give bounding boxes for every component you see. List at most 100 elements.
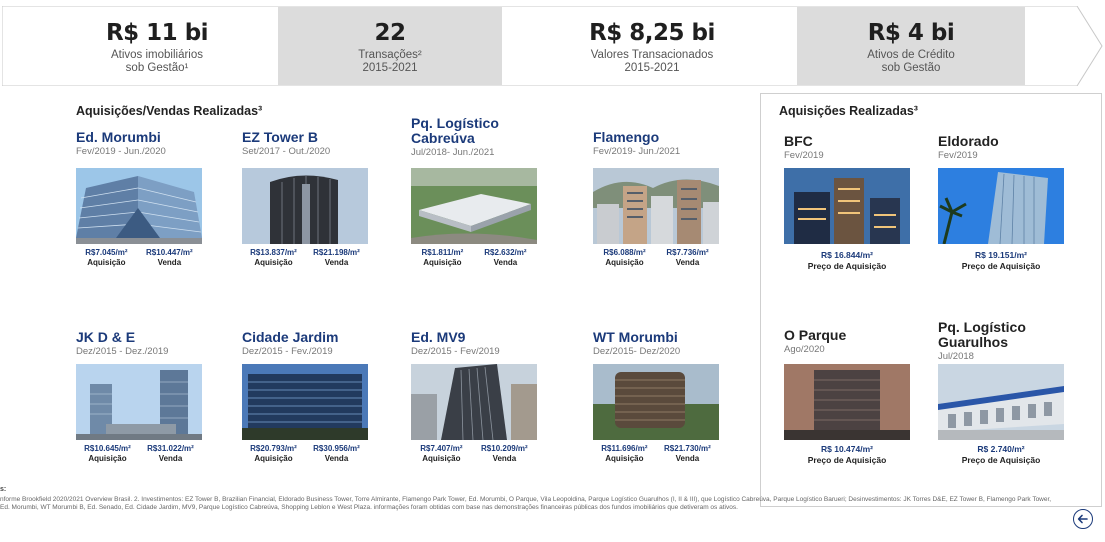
building-photo — [784, 168, 910, 244]
acquisition-label: Aquisição — [88, 454, 127, 463]
sale-label: Venda — [492, 454, 517, 463]
price-row: R$ 10.474/m² Preço de Aquisição — [784, 444, 910, 465]
sale-price: R$31.022/m² — [147, 444, 194, 453]
building-photo — [593, 364, 719, 440]
acquisition-price: R$20.793/m² — [250, 444, 297, 453]
sale-label: Venda — [675, 258, 700, 267]
property-period: Jul/2018- Jun./2021 — [411, 147, 495, 158]
footnote-text: nforme Brookfield 2020/2021 Overview Bra… — [0, 496, 1052, 511]
warehouse-photo — [411, 168, 537, 244]
property-period: Fev/2019 — [784, 150, 824, 161]
kpi-credit-assets: R$ 4 bi Ativos de Crédito sob Gestão — [797, 6, 1025, 86]
sale-price: R$30.956/m² — [313, 444, 360, 453]
acquisition-price: R$1.811/m² — [421, 248, 464, 257]
acquisition-label: Preço de Aquisição — [961, 261, 1041, 271]
acquisition-label: Aquisição — [422, 454, 461, 463]
property-name: JK D & E — [76, 329, 136, 345]
kpi-value: R$ 4 bi — [867, 20, 955, 46]
property-card-ez-tower-b: EZ Tower B Set/2017 - Out./2020 R$13.837… — [242, 129, 374, 267]
price-row: R$ 16.844/m² Preço de Aquisição — [784, 250, 910, 271]
section-title-acquisitions: Aquisições Realizadas³ — [779, 104, 918, 118]
back-button[interactable] — [1073, 509, 1093, 529]
kpi-assets-under-management: R$ 11 bi Ativos imobiliários sob Gestão¹ — [42, 6, 272, 86]
footnote-label: s: — [0, 486, 7, 493]
sale-price: R$7.736/m² — [666, 248, 709, 257]
property-period: Ago/2020 — [784, 344, 825, 355]
property-card-ed-morumbi: Ed. Morumbi Fev/2019 - Jun./2020 R$7.045… — [76, 130, 208, 267]
sale-price: R$21.730/m² — [664, 444, 711, 453]
price-row: R$11.696/m² Aquisição R$21.730/m² Venda — [593, 444, 719, 463]
kpi-label: sob Gestão¹ — [125, 62, 189, 74]
building-photo — [76, 364, 202, 440]
acquisition-label: Aquisição — [254, 454, 293, 463]
acquisition-price: R$10.645/m² — [84, 444, 131, 453]
kpi-value: R$ 8,25 bi — [589, 20, 715, 46]
property-card-jk-d-e: JK D & E Dez/2015 - Dez./2019 R$10.645/m… — [76, 329, 208, 463]
acquisition-label: Preço de Aquisição — [807, 261, 887, 271]
sale-label: Venda — [493, 258, 518, 267]
price-row: R$1.811/m² Aquisição R$2.632/m² Venda — [411, 248, 537, 267]
property-period: Jul/2018 — [938, 351, 974, 362]
price-row: R$7.407/m² Aquisição R$10.209/m² Venda — [411, 444, 537, 463]
kpi-label: Ativos de Crédito — [867, 49, 955, 61]
building-photo — [76, 168, 202, 244]
sale-label: Venda — [157, 258, 182, 267]
property-period: Fev/2019 — [938, 150, 978, 161]
acquisition-label: Aquisição — [605, 454, 644, 463]
property-card-bfc: BFC Fev/2019 R$ 16.844/m² Preço de Aquis… — [784, 134, 916, 271]
kpi-value: R$ 11 bi — [105, 20, 209, 46]
property-name: Cidade Jardim — [242, 329, 339, 345]
acquisition-price: R$ 16.844/m² — [821, 250, 873, 260]
sale-label: Venda — [675, 454, 700, 463]
property-name: Eldorado — [938, 133, 999, 149]
acquisition-label: Preço de Aquisição — [807, 455, 887, 465]
price-row: R$ 2.740/m² Preço de Aquisição — [938, 444, 1064, 465]
kpi-transactions: 22 Transações² 2015-2021 — [278, 6, 502, 86]
acquisition-price: R$ 2.740/m² — [977, 444, 1025, 454]
warehouse-photo — [938, 364, 1064, 440]
kpi-transaction-value: R$ 8,25 bi Valores Transacionados 2015-20… — [517, 6, 787, 86]
property-card-ed-mv9: Ed. MV9 Dez/2015 - Fev/2019 R$7.407/m² Aq… — [411, 330, 543, 463]
property-card-pq-logistico-guarulhos: Pq. Logístico Guarulhos Jul/2018 R$ 2.74… — [938, 319, 1070, 465]
sale-label: Venda — [324, 258, 349, 267]
sale-price: R$21.198/m² — [313, 248, 360, 257]
property-period: Dez/2015 - Dez./2019 — [76, 346, 169, 357]
property-name: WT Morumbi — [593, 329, 678, 345]
building-photo — [411, 364, 537, 440]
price-row: R$7.045/m² Aquisição R$10.447/m² Venda — [76, 248, 202, 267]
price-row: R$10.645/m² Aquisição R$31.022/m² Venda — [76, 444, 202, 463]
kpi-label: 2015-2021 — [362, 62, 418, 74]
building-photo — [242, 364, 368, 440]
kpi-value: 22 — [374, 20, 406, 46]
property-card-pq-logistico-cabreuva: Pq. Logístico Cabreúva Jul/2018- Jun./20… — [411, 115, 543, 267]
acquisition-price: R$11.696/m² — [601, 444, 648, 453]
property-period: Dez/2015 - Fev/2019 — [411, 346, 500, 357]
arrow-left-icon — [1077, 514, 1088, 524]
kpi-banner: R$ 11 bi Ativos imobiliários sob Gestão¹ … — [2, 6, 1103, 86]
property-card-eldorado: Eldorado Fev/2019 R$ 19.151/m² Preço de … — [938, 133, 1070, 271]
building-photo — [242, 168, 368, 244]
acquisition-price: R$7.045/m² — [85, 248, 128, 257]
property-name: Pq. Logístico Guarulhos — [938, 319, 1026, 350]
price-row: R$6.088/m² Aquisição R$7.736/m² Venda — [593, 248, 719, 267]
property-name: Pq. Logístico Cabreúva — [411, 115, 499, 146]
property-name: Flamengo — [593, 129, 660, 145]
property-card-wt-morumbi: WT Morumbi Dez/2015- Dez/2020 R$11.696/m… — [593, 329, 725, 463]
building-photo — [593, 168, 719, 244]
kpi-label: sob Gestão — [881, 62, 941, 74]
sale-label: Venda — [324, 454, 349, 463]
property-period: Dez/2015- Dez/2020 — [593, 346, 681, 357]
section-title-acquisitions-sales: Aquisições/Vendas Realizadas³ — [76, 104, 263, 118]
sale-price: R$2.632/m² — [484, 248, 527, 257]
building-photo — [784, 364, 910, 440]
property-name: EZ Tower B — [242, 129, 318, 145]
property-name: O Parque — [784, 327, 847, 343]
property-period: Dez/2015 - Fev./2019 — [242, 346, 333, 357]
acquisition-label: Aquisição — [87, 258, 126, 267]
price-row: R$13.837/m² Aquisição R$21.198/m² Venda — [242, 248, 368, 267]
kpi-label: 2015-2021 — [624, 62, 680, 74]
kpi-label: Valores Transacionados — [590, 49, 714, 61]
acquisition-label: Aquisição — [605, 258, 644, 267]
property-card-flamengo: Flamengo Fev/2019- Jun./2021 R$6.088/m² A… — [593, 129, 725, 267]
building-photo — [938, 168, 1064, 244]
